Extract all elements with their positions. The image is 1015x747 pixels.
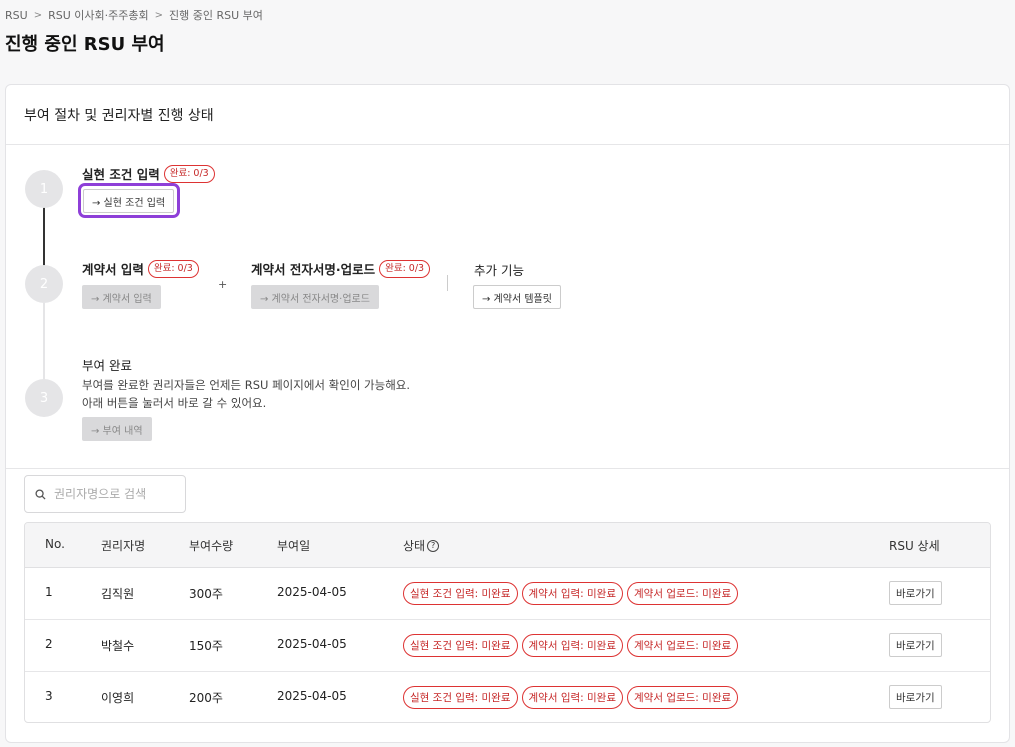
help-icon[interactable]: ? <box>427 539 440 552</box>
step-2-title: 계약서 입력 완료: 0/3 <box>82 259 199 278</box>
table-row: 3 이영희 200주 2025-04-05 실현 조건 입력: 미완료 계약서 … <box>25 672 990 722</box>
chevron-right-icon: > <box>154 9 163 21</box>
step-1-title-text: 실현 조건 입력 <box>82 167 160 182</box>
breadcrumb-item-board[interactable]: RSU 이사회·주주총회 <box>48 7 149 23</box>
step-3-description: 부여를 완료한 권리자들은 언제든 RSU 페이지에서 확인이 가능해요. 아래… <box>82 376 410 412</box>
extra-features-title: 추가 기능 <box>474 263 524 278</box>
search-input[interactable] <box>54 487 174 501</box>
status-badge: 계약서 입력: 미완료 <box>521 634 623 657</box>
status-badge: 실현 조건 입력: 미완료 <box>403 634 518 657</box>
go-button[interactable]: 바로가기 <box>889 685 942 709</box>
go-button[interactable]: 바로가기 <box>889 581 942 605</box>
step-2-badge: 완료: 0/3 <box>147 259 199 278</box>
status-badge: 계약서 업로드: 미완료 <box>627 582 739 605</box>
header-status: 상태 ? <box>403 537 440 554</box>
status-badge: 계약서 입력: 미완료 <box>521 582 623 605</box>
header-no: No. <box>45 537 65 551</box>
cell-quantity: 200주 <box>189 691 223 705</box>
chevron-right-icon: > <box>33 9 43 21</box>
contract-sign-upload-button[interactable]: → 계약서 전자서명·업로드 <box>251 285 379 309</box>
step-3-title: 부여 완료 <box>82 355 132 374</box>
cell-no: 2 <box>45 637 53 651</box>
status-badges: 실현 조건 입력: 미완료 계약서 입력: 미완료 계약서 업로드: 미완료 <box>403 582 739 605</box>
table-row: 2 박철수 150주 2025-04-05 실현 조건 입력: 미완료 계약서 … <box>25 620 990 672</box>
step-3-desc-line-2: 아래 버튼을 눌러서 바로 갈 수 있어요. <box>82 396 267 410</box>
step-2-circle: 2 <box>25 265 63 303</box>
step-2b-badge: 완료: 0/3 <box>379 259 431 278</box>
cell-quantity: 150주 <box>189 639 223 653</box>
go-button[interactable]: 바로가기 <box>889 633 942 657</box>
cell-date: 2025-04-05 <box>277 689 347 703</box>
grantee-table: No. 권리자명 부여수량 부여일 상태 ? RSU 상세 1 김직원 300주… <box>24 522 991 723</box>
table-header: No. 권리자명 부여수량 부여일 상태 ? RSU 상세 <box>25 523 990 568</box>
breadcrumb: RSU > RSU 이사회·주주총회 > 진행 중인 RSU 부여 <box>5 7 263 23</box>
header-rsu-detail: RSU 상세 <box>889 539 940 553</box>
cell-quantity: 300주 <box>189 587 223 601</box>
page-title: 진행 중인 RSU 부여 <box>5 34 165 55</box>
step-1-badge: 완료: 0/3 <box>163 164 215 183</box>
contract-template-button[interactable]: → 계약서 템플릿 <box>473 285 561 309</box>
status-badge: 실현 조건 입력: 미완료 <box>403 582 518 605</box>
cell-date: 2025-04-05 <box>277 637 347 651</box>
status-badge: 실현 조건 입력: 미완료 <box>403 686 518 709</box>
search-icon <box>35 488 46 500</box>
step-connector-2-3 <box>43 303 45 379</box>
status-badge: 계약서 업로드: 미완료 <box>627 634 739 657</box>
header-name: 권리자명 <box>101 539 146 553</box>
header-quantity: 부여수량 <box>189 539 234 553</box>
step-3-title-text: 부여 완료 <box>82 358 132 373</box>
stepper: 1 실현 조건 입력 완료: 0/3 → 실현 조건 입력 2 계약서 입력 완… <box>6 145 1009 469</box>
status-badges: 실현 조건 입력: 미완료 계약서 입력: 미완료 계약서 업로드: 미완료 <box>403 634 739 657</box>
status-badge: 계약서 입력: 미완료 <box>521 686 623 709</box>
header-date: 부여일 <box>277 539 311 553</box>
status-badge: 계약서 업로드: 미완료 <box>627 686 739 709</box>
cell-date: 2025-04-05 <box>277 585 347 599</box>
cell-name: 박철수 <box>101 639 135 653</box>
breadcrumb-item-current: 진행 중인 RSU 부여 <box>168 9 263 22</box>
step-2-title-text: 계약서 입력 <box>82 262 144 277</box>
cell-no: 3 <box>45 689 53 703</box>
breadcrumb-item-rsu[interactable]: RSU <box>5 9 28 22</box>
cell-name: 김직원 <box>101 587 135 601</box>
header-status-text: 상태 <box>403 539 426 553</box>
plus-icon: + <box>218 278 228 291</box>
status-badges: 실현 조건 입력: 미완료 계약서 입력: 미완료 계약서 업로드: 미완료 <box>403 686 739 709</box>
table-row: 1 김직원 300주 2025-04-05 실현 조건 입력: 미완료 계약서 … <box>25 568 990 620</box>
cell-name: 이영희 <box>101 691 135 705</box>
divider <box>447 275 448 291</box>
progress-card: 부여 절차 및 권리자별 진행 상태 1 실현 조건 입력 완료: 0/3 → … <box>5 84 1010 743</box>
step-2b-title: 계약서 전자서명·업로드 완료: 0/3 <box>251 259 431 278</box>
grant-history-button[interactable]: → 부여 내역 <box>82 417 152 441</box>
step-3-desc-line-1: 부여를 완료한 권리자들은 언제든 RSU 페이지에서 확인이 가능해요. <box>82 378 411 392</box>
step-3-circle: 3 <box>25 379 63 417</box>
card-title: 부여 절차 및 권리자별 진행 상태 <box>6 85 1009 145</box>
enter-conditions-button[interactable]: → 실현 조건 입력 <box>83 189 175 213</box>
cell-no: 1 <box>45 585 53 599</box>
step-1-circle: 1 <box>25 170 63 208</box>
enter-contract-button[interactable]: → 계약서 입력 <box>82 285 161 309</box>
step-2b-title-text: 계약서 전자서명·업로드 <box>251 262 376 277</box>
step-connector-1-2 <box>43 207 45 267</box>
search-box[interactable] <box>24 475 186 513</box>
step-1-title: 실현 조건 입력 완료: 0/3 <box>82 164 215 183</box>
